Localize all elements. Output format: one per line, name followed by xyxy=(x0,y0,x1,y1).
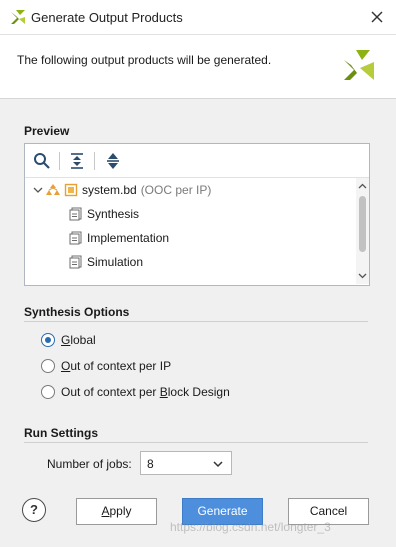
apply-button[interactable]: Apply xyxy=(76,498,157,525)
close-icon[interactable] xyxy=(368,8,386,26)
chevron-down-icon[interactable] xyxy=(213,460,223,468)
header-divider xyxy=(0,98,396,99)
radio-global[interactable]: Global xyxy=(41,331,96,349)
block-design-icon xyxy=(46,184,60,195)
app-logo-icon xyxy=(11,10,25,24)
collapse-all-icon[interactable] xyxy=(67,151,87,171)
preview-scrollbar[interactable] xyxy=(356,178,369,284)
window-title: Generate Output Products xyxy=(31,10,183,25)
tree-item-label: Synthesis xyxy=(87,207,140,221)
toolbar-separator xyxy=(94,152,95,170)
radio-ooc-per-block-design[interactable]: Out of context per Block Design xyxy=(41,383,230,401)
jobs-select[interactable]: 8 xyxy=(140,451,232,475)
checkbox-icon[interactable] xyxy=(64,183,78,197)
run-settings-title: Run Settings xyxy=(24,426,98,440)
tree-item-synthesis[interactable]: Synthesis xyxy=(69,203,139,225)
scroll-up-icon[interactable] xyxy=(358,182,367,191)
jobs-label: Number of jobs: xyxy=(47,457,132,471)
radio-button[interactable] xyxy=(41,385,55,399)
chevron-down-icon[interactable] xyxy=(33,183,43,197)
radio-label: Global xyxy=(61,333,96,347)
tree-root-label: system.bd xyxy=(82,183,137,197)
jobs-value: 8 xyxy=(147,457,154,471)
dialog-header: The following output products will be ge… xyxy=(0,35,396,98)
preview-toolbar xyxy=(25,144,369,178)
tree-root-suffix: (OOC per IP) xyxy=(140,183,212,197)
document-icon xyxy=(69,231,82,245)
toolbar-separator xyxy=(59,152,60,170)
preview-title: Preview xyxy=(24,124,70,138)
tree-item-label: Implementation xyxy=(87,231,170,245)
title-bar: Generate Output Products xyxy=(0,0,396,35)
preview-tree: system.bd (OOC per IP) Synthesis Impleme… xyxy=(25,178,355,284)
document-icon xyxy=(69,255,82,269)
radio-ooc-per-ip[interactable]: Out of context per IP xyxy=(41,357,171,375)
document-icon xyxy=(69,207,82,221)
radio-label: Out of context per IP xyxy=(61,359,172,373)
scrollbar-thumb[interactable] xyxy=(359,196,366,252)
preview-panel: system.bd (OOC per IP) Synthesis Impleme… xyxy=(24,143,370,286)
tree-item-simulation[interactable]: Simulation xyxy=(69,251,143,273)
search-icon[interactable] xyxy=(32,151,52,171)
radio-button[interactable] xyxy=(41,333,55,347)
synthesis-options-title: Synthesis Options xyxy=(24,305,130,319)
section-divider xyxy=(24,321,368,322)
tree-item-label: Simulation xyxy=(87,255,144,269)
radio-label: Out of context per Block Design xyxy=(61,385,230,399)
tree-root-row[interactable]: system.bd (OOC per IP) xyxy=(33,179,211,201)
header-description: The following output products will be ge… xyxy=(17,53,272,67)
vendor-logo-icon xyxy=(344,50,374,80)
expand-all-icon[interactable] xyxy=(103,151,123,171)
help-button[interactable]: ? xyxy=(22,498,46,522)
tree-item-implementation[interactable]: Implementation xyxy=(69,227,169,249)
section-divider xyxy=(24,442,368,443)
radio-button[interactable] xyxy=(41,359,55,373)
scroll-down-icon[interactable] xyxy=(358,271,367,280)
watermark-text: https://blog.csdn.net/longter_3 xyxy=(170,520,331,534)
